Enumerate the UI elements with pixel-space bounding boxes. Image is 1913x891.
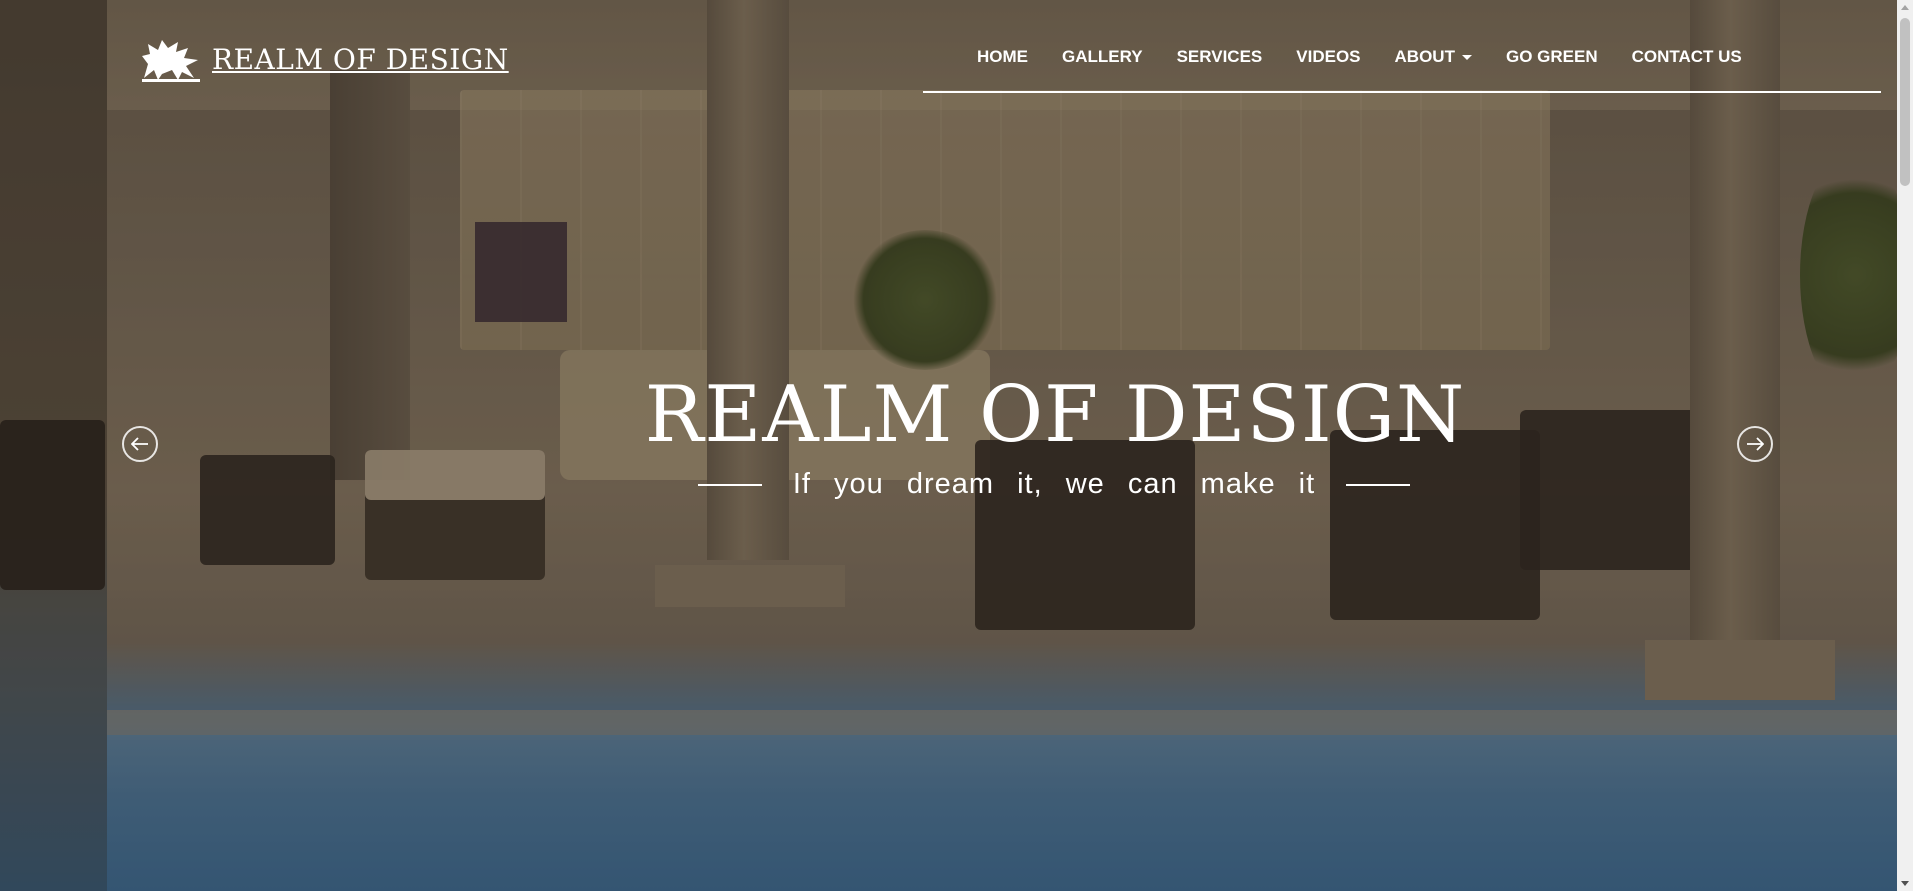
hero-title: REALM OF DESIGN <box>644 370 1466 460</box>
hero-slider: REALM OF DESIGN HOME GALLERY SERVICES VI… <box>0 0 1897 891</box>
subtitle-right-rule <box>1346 483 1410 486</box>
hero-subtitle-row: If you dream it, we can make it <box>698 468 1410 501</box>
brand-logo-link[interactable]: REALM OF DESIGN <box>138 34 509 84</box>
scrollbar-thumb[interactable] <box>1900 18 1910 186</box>
nav-gallery[interactable]: GALLERY <box>1045 47 1160 67</box>
nav-services[interactable]: SERVICES <box>1160 47 1280 67</box>
main-nav: HOME GALLERY SERVICES VIDEOS ABOUT GO GR… <box>960 47 1759 67</box>
griffin-logo-icon <box>142 40 200 82</box>
brand-name: REALM OF DESIGN <box>212 42 509 76</box>
slider-prev-button[interactable] <box>122 426 158 462</box>
nav-about-label: ABOUT <box>1394 47 1455 66</box>
nav-about-dropdown[interactable]: ABOUT <box>1378 47 1489 67</box>
hero-subtitle: If you dream it, we can make it <box>792 468 1316 500</box>
subtitle-left-rule <box>698 483 762 486</box>
scroll-up-icon[interactable] <box>1901 5 1909 10</box>
arrow-left-circle-icon <box>131 437 148 451</box>
nav-videos[interactable]: VIDEOS <box>1279 47 1377 67</box>
caret-down-icon <box>1461 55 1472 61</box>
nav-home[interactable]: HOME <box>960 47 1045 67</box>
nav-go-green[interactable]: GO GREEN <box>1489 47 1615 67</box>
scroll-down-icon[interactable] <box>1901 881 1909 886</box>
slider-next-button[interactable] <box>1737 426 1773 462</box>
page-scrollbar[interactable] <box>1897 0 1913 891</box>
nav-underline <box>923 91 1881 93</box>
arrow-right-circle-icon <box>1747 437 1764 451</box>
nav-contact-us[interactable]: CONTACT US <box>1615 47 1759 67</box>
